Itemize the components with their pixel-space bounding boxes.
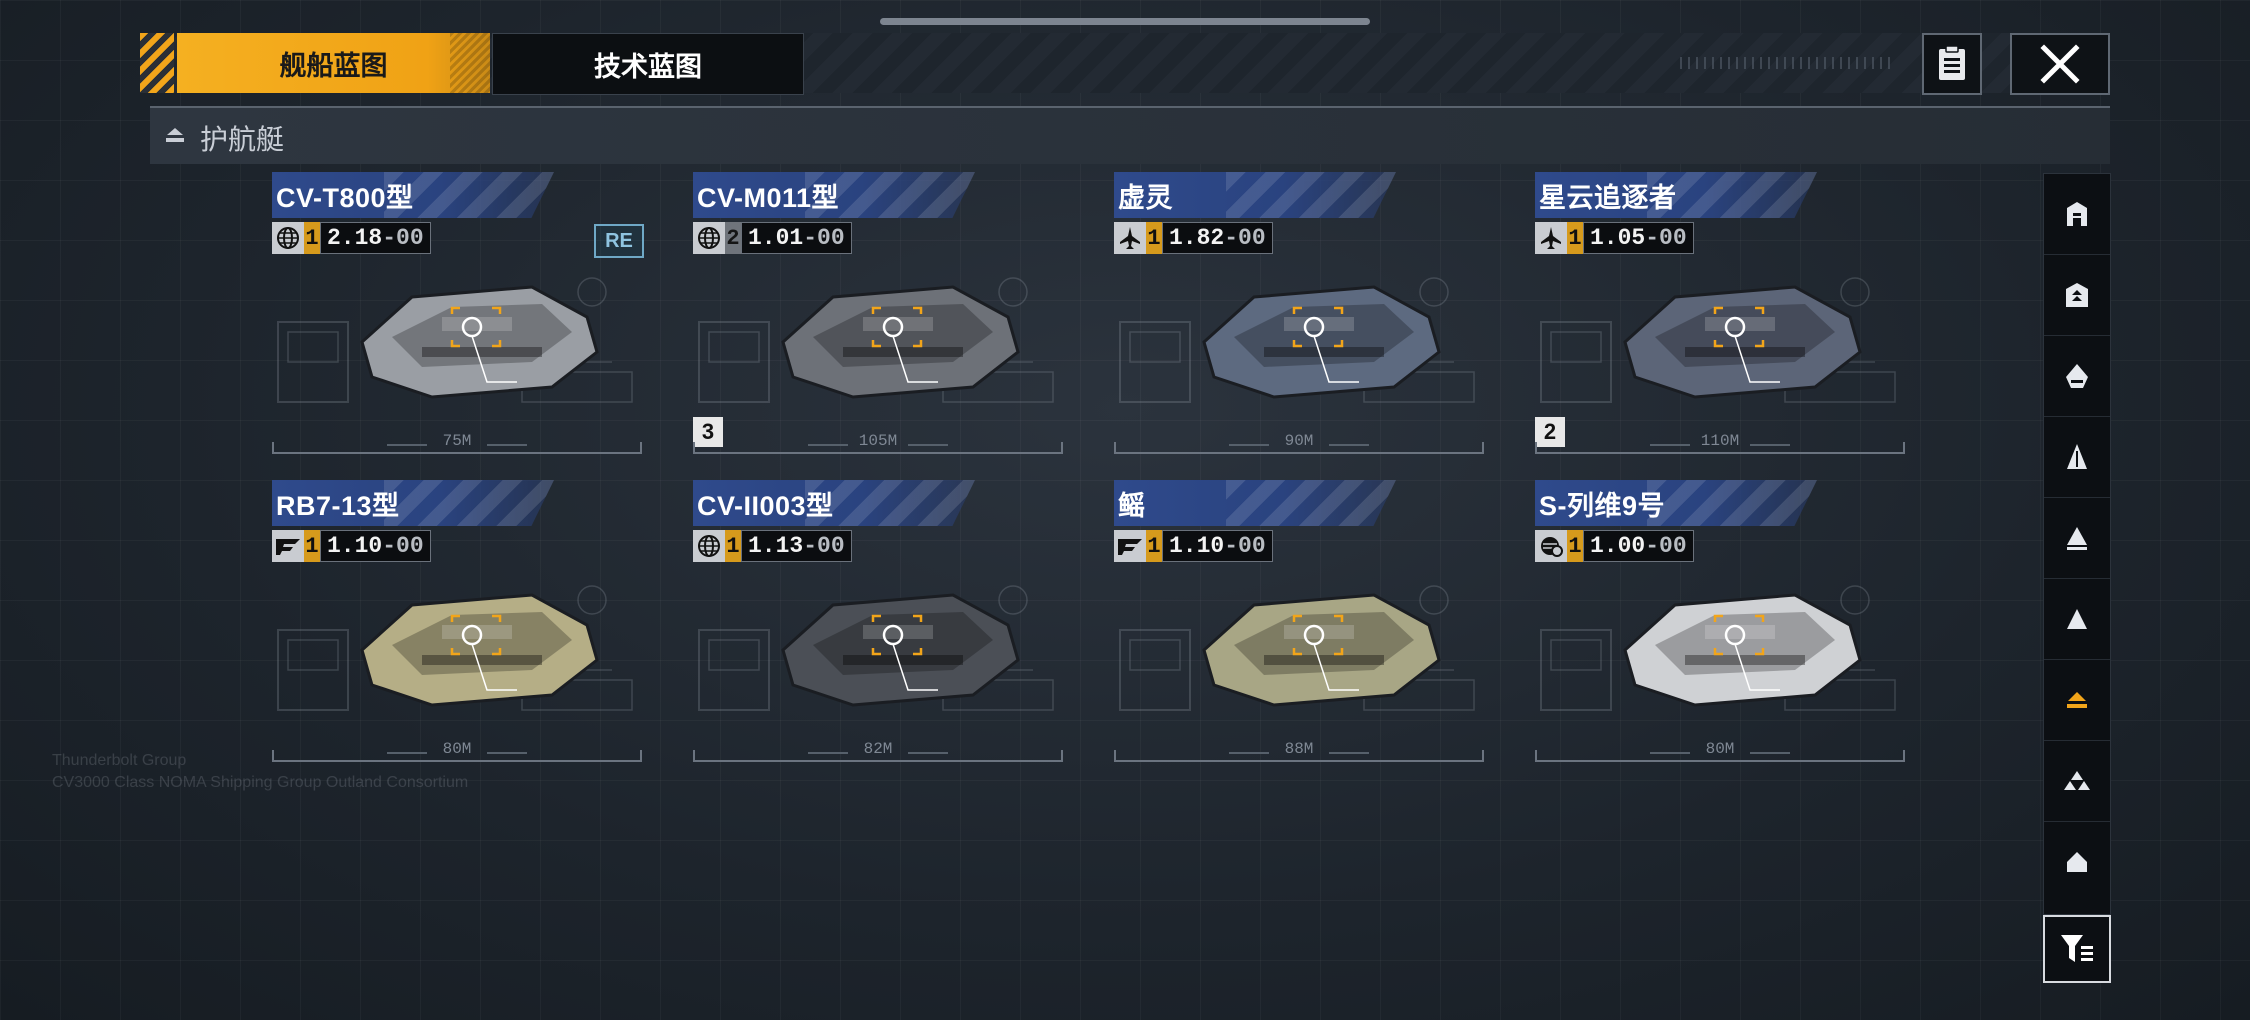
ship-tier: 1 — [1146, 222, 1162, 254]
ship-tier: 1 — [1146, 530, 1162, 562]
ship-name-band — [1114, 480, 1396, 526]
length-ruler: 110M — [1535, 430, 1905, 456]
length-ruler: 105M — [693, 430, 1063, 456]
sidebar-item-shuttle[interactable] — [2044, 822, 2110, 902]
sidebar-item-hangar[interactable] — [2044, 174, 2110, 255]
filter-button[interactable] — [2043, 915, 2111, 983]
length-ruler: 82M — [693, 738, 1063, 764]
ship-tier: 1 — [304, 222, 320, 254]
ship-name: 鳐 — [1118, 491, 1146, 521]
ship-card[interactable]: RB7-13型 1 1.10 -00 80M — [272, 480, 642, 770]
ship-tier: 1 — [725, 530, 741, 562]
ship-length: 80M — [1705, 740, 1735, 758]
shuttle-icon — [2067, 852, 2087, 872]
ship-model-image — [360, 285, 599, 399]
tab-tech-blueprint[interactable]: 技术蓝图 — [492, 33, 804, 95]
sidebar-item-cruiser[interactable] — [2044, 417, 2110, 498]
ship-model-image — [360, 593, 599, 707]
sidebar-item-destroyer[interactable] — [2044, 498, 2110, 579]
ship-card[interactable]: CV-M011型 2 1.01 -00 3 105M — [693, 172, 1063, 462]
ship-name: CV-II003型 — [697, 491, 834, 521]
fighter-group-icon — [2064, 771, 2090, 790]
ship-tier: 2 — [725, 222, 741, 254]
sidebar-item-escort[interactable] — [2044, 660, 2110, 741]
ship-card[interactable]: CV-II003型 1 1.13 -00 82M — [693, 480, 1063, 770]
ship-class-filter-sidebar — [2043, 173, 2111, 915]
ship-length: 110M — [1700, 432, 1740, 450]
wing-logo-icon — [1114, 530, 1146, 562]
sidebar-item-battleship[interactable] — [2044, 336, 2110, 417]
globe-icon — [272, 222, 304, 254]
battleship-icon — [2066, 364, 2088, 388]
sidebar-item-fighter-group[interactable] — [2044, 741, 2110, 822]
ship-card[interactable]: CV-T800型 1 2.18 -00 RE 75M — [272, 172, 644, 462]
sidebar-item-frigate[interactable] — [2044, 579, 2110, 660]
escort-icon — [2067, 692, 2087, 708]
ship-name: 星云追逐者 — [1539, 183, 1677, 213]
filter-icon — [2061, 935, 2093, 962]
ship-model-image — [781, 285, 1020, 399]
length-ruler: 75M — [272, 430, 642, 456]
ship-tier: 1 — [1567, 530, 1583, 562]
ship-model-image — [1202, 285, 1441, 399]
ship-tier: 1 — [1567, 222, 1583, 254]
carrier-icon — [2066, 283, 2088, 307]
cruiser-icon — [2067, 444, 2087, 469]
length-ruler: 80M — [1535, 738, 1905, 764]
length-ruler: 88M — [1114, 738, 1484, 764]
watermark-line: CV3000 Class NOMA Shipping Group Outland… — [52, 774, 469, 791]
watermark-line: Thunderbolt Group — [52, 752, 187, 769]
close-icon — [2040, 44, 2080, 84]
ship-length: 88M — [1284, 740, 1314, 758]
ship-card[interactable]: 星云追逐者 1 1.05 -00 2 110M — [1535, 172, 1905, 462]
gear-globe-icon — [1535, 530, 1567, 562]
ship-card[interactable]: 虚灵 1 1.82 -00 90M — [1114, 172, 1484, 462]
jet-icon — [1535, 222, 1567, 254]
jet-icon — [1114, 222, 1146, 254]
ship-model-image — [1623, 285, 1862, 399]
accent-edge — [140, 33, 174, 93]
escort-class-icon — [166, 128, 184, 142]
notes-icon — [1939, 46, 1965, 80]
ship-card[interactable]: S-列维9号 1 1.00 -00 80M — [1535, 480, 1905, 770]
destroyer-icon — [2067, 527, 2087, 550]
ship-name: CV-T800型 — [276, 183, 414, 213]
globe-icon — [693, 222, 725, 254]
category-bar: 护航艇 — [150, 106, 2110, 164]
ship-model-image — [1623, 593, 1862, 707]
ship-name: S-列维9号 — [1539, 491, 1666, 521]
tab-ship-label: 舰船蓝图 — [279, 50, 388, 82]
ship-name: 虚灵 — [1118, 183, 1173, 213]
ship-length: 90M — [1284, 432, 1314, 450]
watermark-text: Thunderbolt Group CV3000 Class NOMA Ship… — [52, 750, 468, 794]
ship-name: CV-M011型 — [697, 183, 840, 213]
tab-ship-blueprint[interactable]: 舰船蓝图 — [177, 33, 490, 93]
ship-tier: 1 — [304, 530, 320, 562]
hangar-icon — [2067, 202, 2087, 226]
ship-model-image — [781, 593, 1020, 707]
sidebar-item-carrier[interactable] — [2044, 255, 2110, 336]
notes-button[interactable] — [1922, 33, 1982, 95]
ship-length: 82M — [863, 740, 893, 758]
tab-tech-label: 技术蓝图 — [594, 51, 702, 83]
ship-model-image — [1202, 593, 1441, 707]
globe-icon — [693, 530, 725, 562]
frigate-icon — [2067, 609, 2087, 629]
ship-card[interactable]: 鳐 1 1.10 -00 88M — [1114, 480, 1484, 770]
drag-handle[interactable] — [880, 18, 1370, 25]
wing-logo-icon — [272, 530, 304, 562]
decorative-ticks — [1680, 57, 1890, 69]
ship-length: 75M — [442, 432, 472, 450]
ship-name: RB7-13型 — [276, 491, 400, 521]
length-ruler: 90M — [1114, 430, 1484, 456]
category-label: 护航艇 — [200, 123, 285, 156]
ship-length: 105M — [858, 432, 898, 450]
close-button[interactable] — [2010, 33, 2110, 95]
